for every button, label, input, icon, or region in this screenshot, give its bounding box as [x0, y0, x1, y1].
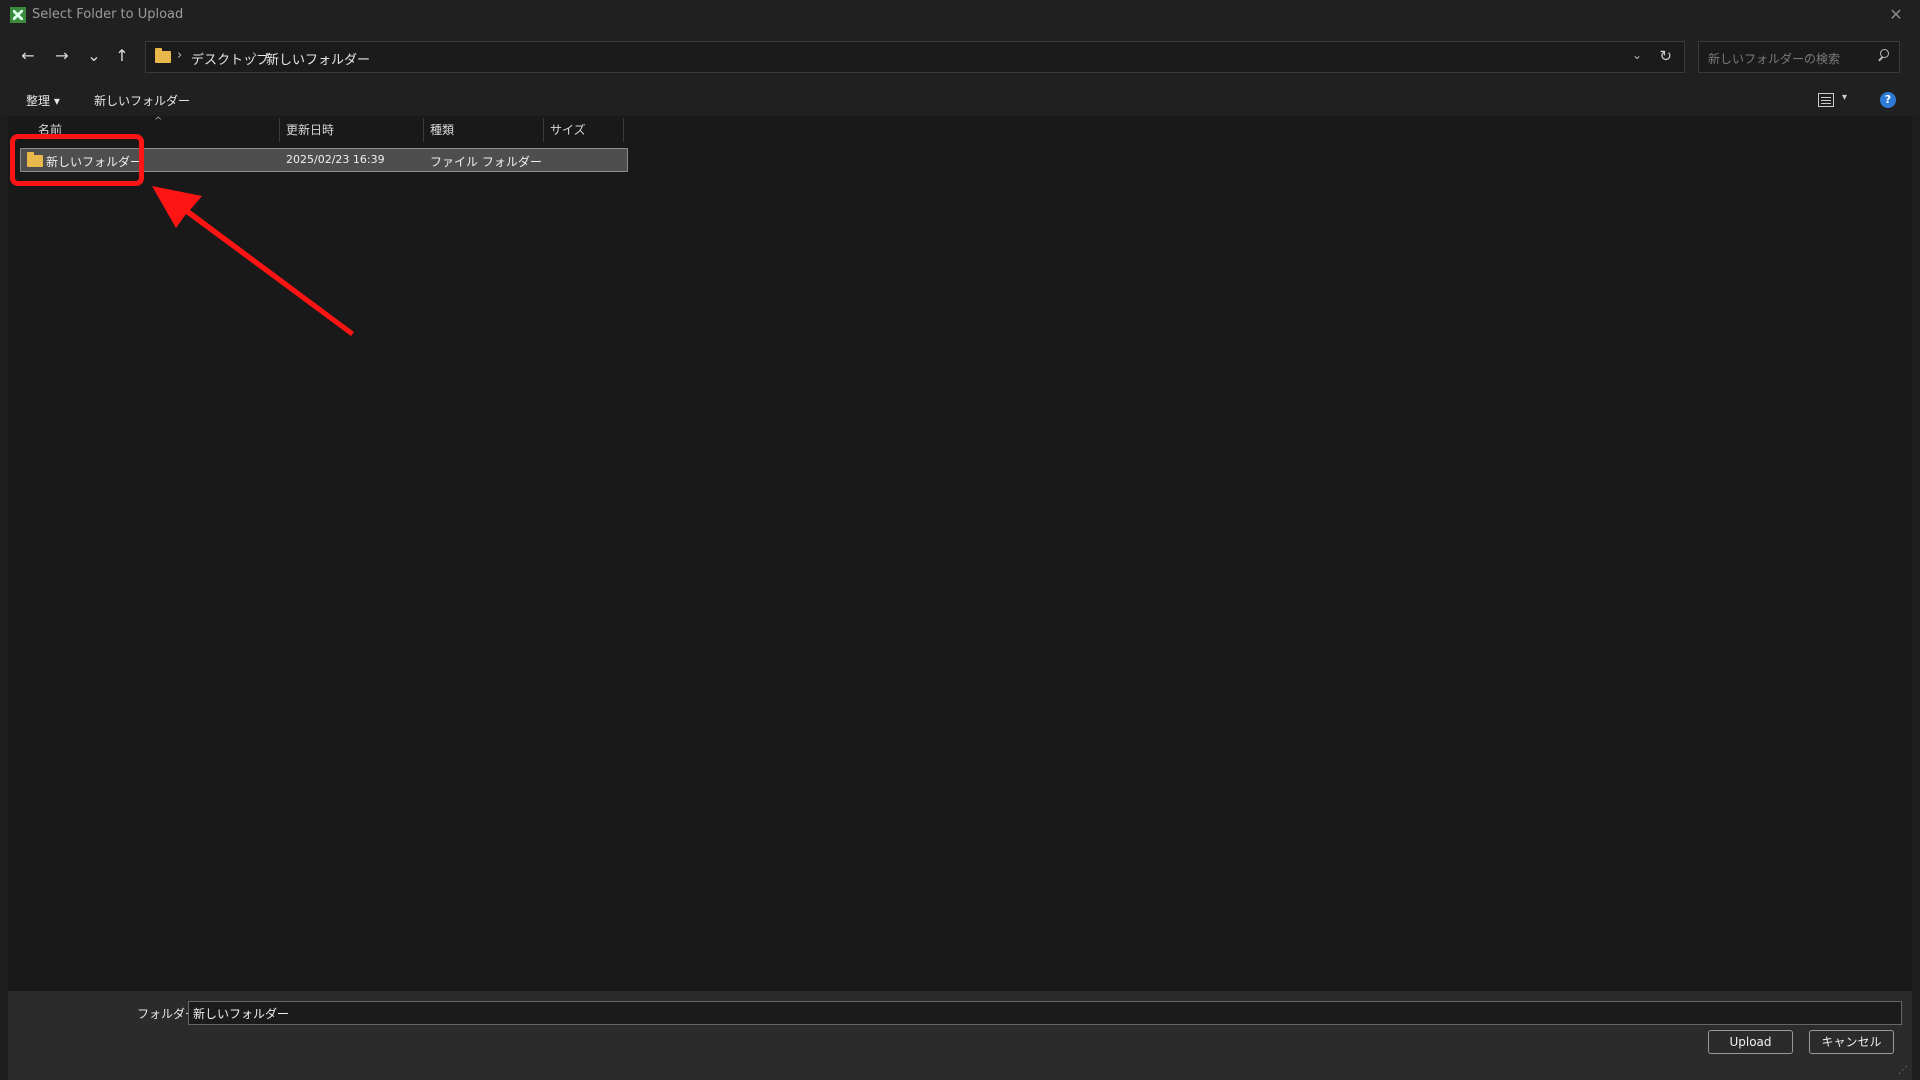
- column-divider[interactable]: [423, 118, 424, 142]
- address-row: ← → ⌄ ↑ › デスクトップ › 新しいフォルダー ⌄ ↻ 新しいフォルダー…: [0, 30, 1920, 84]
- annotation-highlight-box: [10, 134, 144, 186]
- search-input[interactable]: 新しいフォルダーの検索: [1698, 41, 1900, 73]
- chevron-down-icon[interactable]: ▾: [1842, 92, 1847, 103]
- column-divider[interactable]: [279, 118, 280, 142]
- breadcrumb-new-folder[interactable]: 新しいフォルダー: [266, 49, 370, 68]
- folder-icon: [155, 48, 171, 63]
- footer-panel: フォルダー: Upload キャンセル ⋰: [8, 991, 1912, 1080]
- up-button[interactable]: ↑: [110, 44, 134, 68]
- row-modified: 2025/02/23 16:39: [286, 153, 385, 166]
- address-dropdown-icon[interactable]: ⌄: [1632, 48, 1642, 62]
- back-button[interactable]: ←: [16, 44, 40, 68]
- column-header-modified[interactable]: 更新日時: [286, 121, 334, 145]
- column-header-size[interactable]: サイズ: [550, 121, 586, 145]
- breadcrumb-separator: ›: [177, 48, 183, 63]
- breadcrumb-separator: ›: [252, 48, 258, 63]
- annotation-arrow-icon: [152, 186, 354, 336]
- command-bar: 整理 ▾ 新しいフォルダー ▾: [0, 84, 1920, 116]
- folder-name-input[interactable]: [188, 1001, 1902, 1025]
- close-button[interactable]: ✕: [1884, 4, 1908, 26]
- breadcrumb-desktop[interactable]: デスクトップ: [191, 49, 269, 68]
- help-icon[interactable]: ?: [1880, 92, 1896, 108]
- forward-button[interactable]: →: [50, 44, 74, 68]
- view-options-icon[interactable]: [1818, 93, 1834, 107]
- column-divider[interactable]: [623, 118, 624, 142]
- cancel-button[interactable]: キャンセル: [1809, 1030, 1894, 1054]
- app-icon: [10, 7, 26, 23]
- upload-button[interactable]: Upload: [1708, 1030, 1793, 1054]
- column-header-type[interactable]: 種類: [430, 121, 454, 145]
- title-bar: Select Folder to Upload ✕: [0, 0, 1920, 30]
- address-bar[interactable]: › デスクトップ › 新しいフォルダー ⌄ ↻: [145, 41, 1685, 73]
- recent-locations-button[interactable]: ⌄: [82, 44, 106, 68]
- column-divider[interactable]: [543, 118, 544, 142]
- search-icon[interactable]: [1877, 49, 1889, 61]
- row-type: ファイル フォルダー: [430, 155, 542, 169]
- window-title: Select Folder to Upload: [32, 7, 184, 22]
- sort-ascending-icon: ^: [154, 116, 163, 127]
- organize-menu[interactable]: 整理 ▾: [26, 92, 60, 109]
- search-placeholder: 新しいフォルダーの検索: [1708, 52, 1841, 66]
- resize-grip-icon[interactable]: ⋰: [1898, 1065, 1908, 1076]
- new-folder-button[interactable]: 新しいフォルダー: [94, 92, 190, 109]
- refresh-icon[interactable]: ↻: [1659, 47, 1672, 65]
